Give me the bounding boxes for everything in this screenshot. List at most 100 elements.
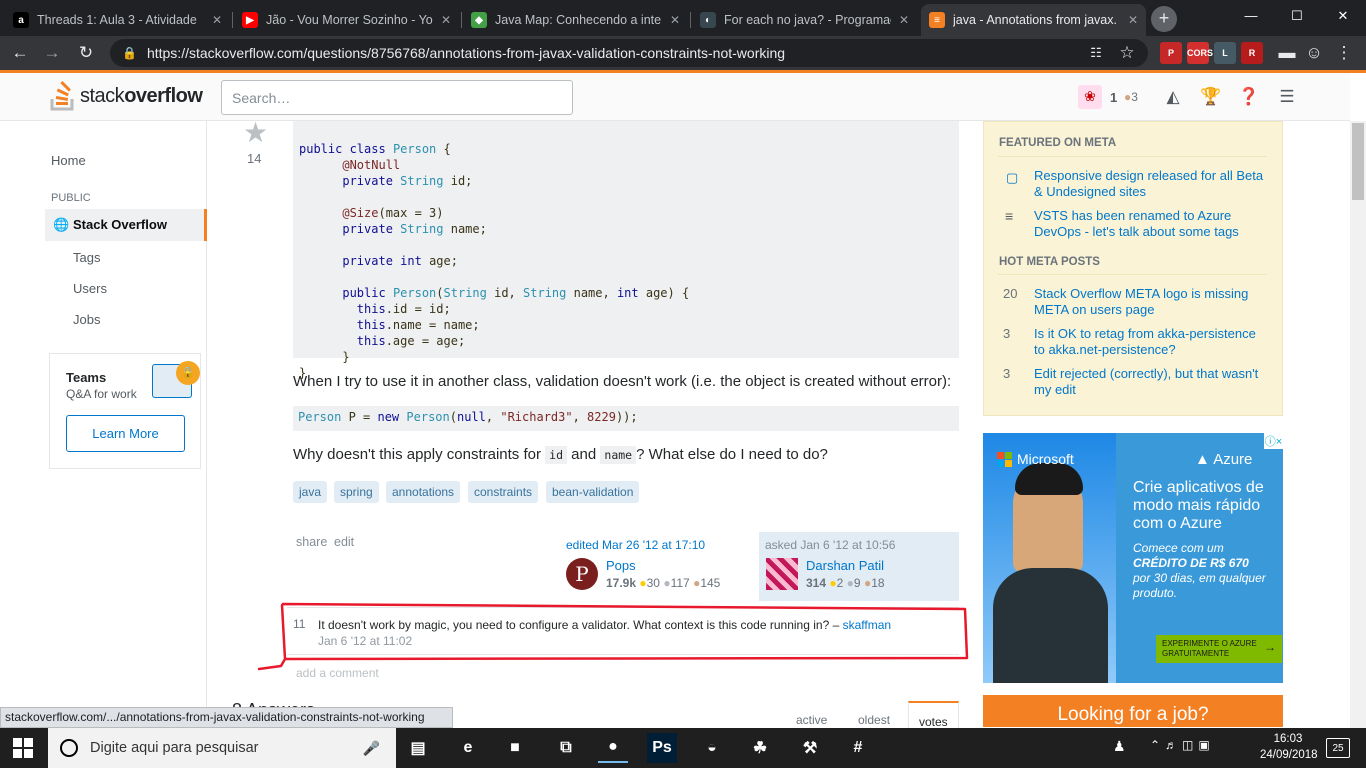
- address-bar[interactable]: 🔒 https://stackoverflow.com/questions/87…: [110, 39, 1148, 67]
- file-explorer-icon[interactable]: ■: [500, 733, 530, 763]
- edge-icon[interactable]: e: [453, 733, 483, 763]
- reload-icon[interactable]: ↻: [72, 39, 100, 67]
- asked-timestamp: asked Jan 6 '12 at 10:56: [765, 538, 896, 552]
- avatar[interactable]: ❀: [1078, 85, 1102, 109]
- extension-icon[interactable]: L: [1214, 42, 1236, 64]
- code-token: new: [377, 410, 407, 424]
- share-link[interactable]: share: [296, 535, 327, 549]
- hot-meta-item[interactable]: Is it OK to retag from akka-persistence …: [1034, 326, 1266, 358]
- favorite-star-icon[interactable]: ★: [243, 116, 268, 149]
- sort-tab-oldest[interactable]: oldest: [848, 701, 900, 728]
- adchoices-icon[interactable]: ⓘ×: [1264, 433, 1283, 449]
- edited-timestamp[interactable]: edited Mar 26 '12 at 17:10: [566, 538, 705, 552]
- browser-tab[interactable]: a Threads 1: Aula 3 - Atividade ✕: [5, 4, 230, 36]
- task-view-icon[interactable]: ▤: [403, 733, 433, 763]
- browser-tab[interactable]: ◐ For each no java? - Programaç ✕: [692, 4, 917, 36]
- page-scrollbar[interactable]: [1350, 121, 1366, 728]
- editor-name[interactable]: Pops: [606, 558, 636, 573]
- nav-stack-overflow[interactable]: 🌐 Stack Overflow: [45, 209, 207, 241]
- avatar[interactable]: P: [566, 558, 598, 590]
- maximize-button[interactable]: ☐: [1274, 0, 1320, 32]
- system-tray-icons[interactable]: ⌃♬◫▣: [1150, 738, 1215, 752]
- nav-users[interactable]: Users: [73, 281, 107, 296]
- editor-card: edited Mar 26 '12 at 17:10 P Pops 17.9k …: [560, 532, 750, 601]
- scrollbar-thumb[interactable]: [1352, 123, 1364, 200]
- browser-tab[interactable]: ▶ Jão - Vou Morrer Sozinho - You ✕: [234, 4, 459, 36]
- extension-icon[interactable]: P: [1160, 42, 1182, 64]
- code-line: }: [299, 349, 953, 365]
- tag-bean-validation[interactable]: bean-validation: [546, 481, 640, 503]
- close-icon[interactable]: ✕: [212, 13, 222, 27]
- jobs-banner[interactable]: Looking for a job?: [983, 695, 1283, 727]
- browser-tab[interactable]: ≡ java - Annotations from javax. ✕: [921, 4, 1146, 36]
- vscode-icon[interactable]: ⧉: [551, 733, 581, 763]
- eclipse-icon[interactable]: ◒: [697, 733, 727, 763]
- close-icon[interactable]: ✕: [899, 13, 909, 27]
- tool-icon[interactable]: ⚒: [795, 733, 825, 763]
- featured-item-1[interactable]: Responsive design released for all Beta …: [1034, 168, 1264, 200]
- search-input[interactable]: Search…: [221, 80, 573, 115]
- hot-meta-count: 20: [1003, 286, 1018, 301]
- site-logo[interactable]: stackoverflow: [50, 80, 203, 112]
- red-annotation-outline: [257, 602, 969, 671]
- code-token: Person: [392, 286, 437, 300]
- ad-cta-button[interactable]: EXPERIMENTE O AZURE GRATUITAMENTE →: [1156, 635, 1282, 663]
- translate-icon[interactable]: ☷: [1082, 39, 1110, 67]
- inbox-icon[interactable]: ◭: [1162, 86, 1184, 108]
- code-token: .id = id;: [385, 302, 451, 316]
- nav-jobs[interactable]: Jobs: [73, 312, 100, 327]
- tag-spring[interactable]: spring: [334, 481, 379, 503]
- edit-link[interactable]: edit: [334, 535, 354, 549]
- code-token: private: [342, 174, 401, 188]
- back-icon[interactable]: ←: [6, 39, 34, 67]
- cast-icon[interactable]: ▬: [1273, 39, 1301, 67]
- chrome-icon[interactable]: ●: [598, 733, 628, 763]
- close-window-button[interactable]: ✕: [1320, 0, 1366, 32]
- menu-icon[interactable]: ⋮: [1330, 39, 1358, 67]
- new-tab-button[interactable]: +: [1151, 6, 1177, 32]
- achievements-icon[interactable]: 🏆: [1200, 86, 1222, 108]
- help-icon[interactable]: ❓: [1238, 86, 1260, 108]
- sort-tab-votes[interactable]: votes: [908, 701, 959, 729]
- slack-icon[interactable]: #: [843, 733, 873, 763]
- browser-tab[interactable]: ◆ Java Map: Conhecendo a interf ✕: [463, 4, 688, 36]
- tag-constraints[interactable]: constraints: [468, 481, 539, 503]
- taskbar-search[interactable]: Digite aqui para pesquisar 🎤: [48, 728, 396, 768]
- code-line: @Size(max = 3): [299, 205, 953, 221]
- notification-icon[interactable]: 25: [1326, 738, 1350, 758]
- featured-item-2[interactable]: VSTS has been renamed to Azure DevOps - …: [1034, 208, 1264, 240]
- close-icon[interactable]: ✕: [441, 13, 451, 27]
- close-icon[interactable]: ✕: [670, 13, 680, 27]
- extension-icon[interactable]: R: [1241, 42, 1263, 64]
- logo-text-overflow: overflow: [124, 84, 203, 107]
- asker-name[interactable]: Darshan Patil: [806, 558, 884, 573]
- sort-tab-active[interactable]: active: [786, 701, 837, 728]
- azure-ad[interactable]: Microsoft ▲ Azure ⓘ× Crie aplicativos de…: [983, 433, 1283, 683]
- hot-meta-item[interactable]: Edit rejected (correctly), but that wasn…: [1034, 366, 1266, 398]
- hot-meta-item[interactable]: Stack Overflow META logo is missing META…: [1034, 286, 1266, 318]
- code-token: @NotNull: [342, 158, 401, 172]
- game-icon[interactable]: ☘: [745, 733, 775, 763]
- people-icon[interactable]: ♟: [1113, 738, 1126, 755]
- profile-icon[interactable]: ☺: [1300, 39, 1328, 67]
- windows-start-icon[interactable]: [13, 738, 33, 758]
- hot-meta-count: 3: [1003, 366, 1011, 381]
- forward-icon[interactable]: →: [38, 39, 66, 67]
- bookmark-star-icon[interactable]: ☆: [1113, 39, 1141, 67]
- avatar[interactable]: [766, 558, 798, 590]
- site-switcher-icon[interactable]: ☰: [1276, 86, 1298, 108]
- nav-tags[interactable]: Tags: [73, 250, 100, 265]
- nav-home[interactable]: Home: [51, 153, 86, 168]
- photoshop-icon[interactable]: Ps: [647, 733, 677, 763]
- code-block: public class Person { @NotNull private S…: [293, 121, 959, 380]
- code-token: name;: [450, 222, 487, 236]
- minimize-button[interactable]: —: [1228, 0, 1274, 32]
- extension-icon[interactable]: CORS: [1187, 42, 1213, 64]
- microphone-icon[interactable]: 🎤: [363, 740, 380, 757]
- tag-java[interactable]: java: [293, 481, 328, 503]
- tag-annotations[interactable]: annotations: [386, 481, 461, 503]
- question-text-2-part-b: and: [567, 446, 601, 463]
- learn-more-button[interactable]: Learn More: [66, 415, 185, 452]
- close-icon[interactable]: ✕: [1128, 13, 1138, 27]
- clock[interactable]: 16:03 24/09/2018: [1260, 731, 1318, 763]
